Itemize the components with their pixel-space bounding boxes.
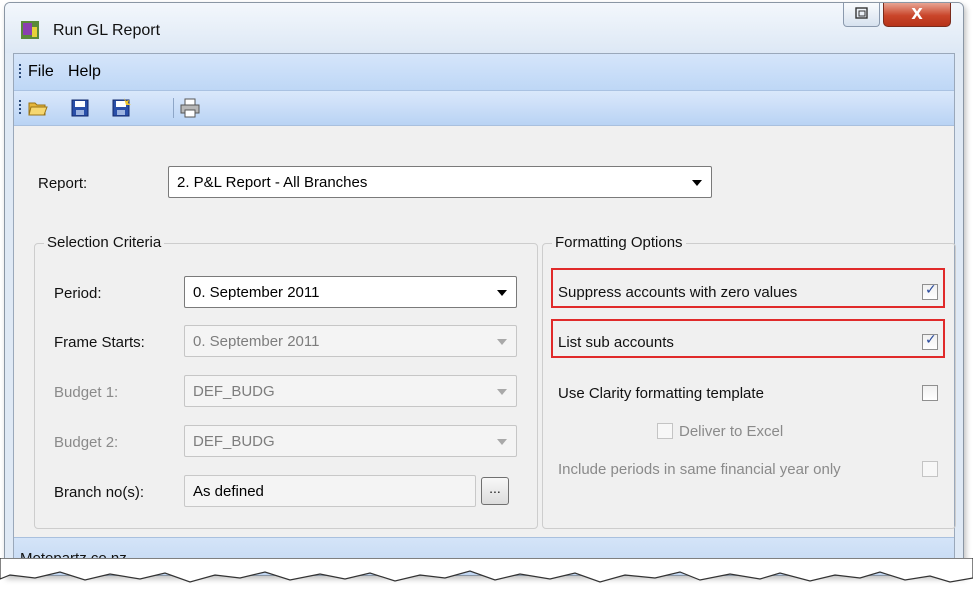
report-select[interactable]: 2. P&L Report - All Branches (168, 166, 712, 198)
menu-help[interactable]: Help (68, 63, 101, 81)
include-periods-label: Include periods in same financial year o… (558, 461, 841, 478)
budget-2-select[interactable]: DEF_BUDG (184, 425, 517, 457)
branch-label: Branch no(s): (54, 484, 145, 501)
close-button[interactable]: X (883, 3, 951, 27)
branch-field[interactable]: As defined (184, 475, 476, 507)
report-select-value: 2. P&L Report - All Branches (177, 174, 368, 191)
print-icon[interactable] (180, 98, 200, 118)
menu-file[interactable]: File (28, 63, 54, 81)
frame-starts-label: Frame Starts: (54, 334, 145, 351)
restore-button[interactable] (843, 3, 880, 27)
frame-starts-select[interactable]: 0. September 2011 (184, 325, 517, 357)
formatting-options-title: Formatting Options (552, 234, 686, 251)
selection-criteria-title: Selection Criteria (44, 234, 165, 251)
branch-field-value: As defined (193, 483, 264, 500)
list-sub-accounts-highlight (551, 319, 945, 358)
budget-1-value: DEF_BUDG (193, 383, 275, 400)
toolbar (14, 91, 954, 126)
toolbar-separator (173, 98, 174, 118)
menu-bar: File Help (14, 54, 954, 91)
window-content: File Help Report: 2. P&L Report - All Br… (13, 53, 956, 575)
report-label: Report: (38, 175, 88, 192)
chevron-down-icon (497, 389, 507, 395)
period-label: Period: (54, 285, 102, 302)
run-gl-report-window: Run GL Report X File Help Report: 2. P&L… (4, 2, 964, 576)
budget-2-value: DEF_BUDG (193, 433, 275, 450)
deliver-to-excel-label: Deliver to Excel (679, 423, 784, 440)
budget-1-label: Budget 1: (54, 384, 119, 401)
window-title: Run GL Report (53, 22, 161, 39)
include-periods-checkbox[interactable] (922, 461, 938, 477)
clarity-template-label: Use Clarity formatting template (558, 385, 764, 402)
chevron-down-icon (692, 180, 702, 186)
suppress-zero-highlight (551, 268, 945, 308)
menu-grip-icon (19, 64, 22, 80)
toolbar-grip-icon (19, 100, 22, 116)
frame-starts-value: 0. September 2011 (193, 333, 320, 350)
chevron-down-icon (497, 439, 507, 445)
clarity-template-checkbox[interactable] (922, 385, 938, 401)
save-as-icon[interactable] (111, 98, 131, 118)
chevron-down-icon (497, 339, 507, 345)
save-icon[interactable] (70, 98, 90, 118)
open-folder-icon[interactable] (28, 98, 48, 118)
budget-2-label: Budget 2: (54, 434, 119, 451)
budget-1-select[interactable]: DEF_BUDG (184, 375, 517, 407)
torn-edge-decoration (0, 558, 973, 583)
period-select[interactable]: 0. September 2011 (184, 276, 517, 308)
chevron-down-icon (497, 290, 507, 296)
branch-browse-button[interactable]: ... (481, 477, 509, 505)
restore-icon (855, 7, 868, 19)
deliver-to-excel-checkbox[interactable] (657, 423, 673, 439)
title-bar[interactable]: Run GL Report X (5, 3, 963, 53)
period-select-value: 0. September 2011 (193, 284, 320, 301)
app-icon (21, 21, 39, 39)
